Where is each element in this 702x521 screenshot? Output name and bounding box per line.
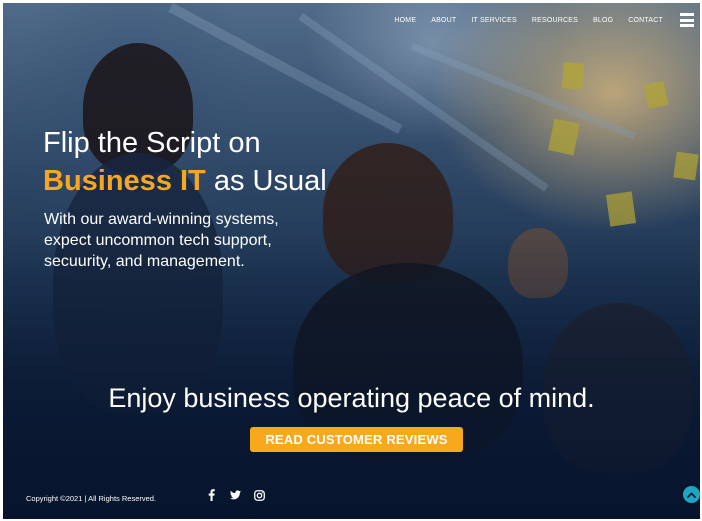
chevron-up-icon (687, 492, 696, 498)
subtext-line-1: With our award-winning systems, (44, 211, 279, 228)
nav-item-blog[interactable]: BLOG (593, 17, 613, 24)
hero-headline: Flip the Script on Business IT as Usual (43, 124, 327, 200)
nav-item-it-services[interactable]: IT SERVICES (471, 17, 517, 24)
instagram-icon[interactable] (254, 489, 265, 501)
hero-section: HOME ABOUT IT SERVICES RESOURCES BLOG CO… (3, 3, 700, 519)
facebook-icon[interactable] (206, 489, 217, 501)
main-nav: HOME ABOUT IT SERVICES RESOURCES BLOG CO… (394, 17, 663, 24)
headline-line-1: Flip the Script on (43, 127, 261, 159)
copyright-text: Copyright ©2021 | All Rights Reserved. (26, 494, 157, 503)
cta-tagline: Enjoy business operating peace of mind. (108, 383, 595, 413)
nav-item-about[interactable]: ABOUT (431, 17, 456, 24)
headline-rest: as Usual (205, 165, 327, 197)
twitter-icon[interactable] (230, 489, 241, 501)
back-to-top-button[interactable] (683, 486, 700, 503)
read-customer-reviews-button[interactable]: READ CUSTOMER REVIEWS (250, 427, 463, 452)
nav-item-home[interactable]: HOME (394, 17, 416, 24)
subtext-line-3: secuurity, and management. (44, 253, 245, 270)
subtext-line-2: expect uncommon tech support, (44, 232, 272, 249)
hero-subtext: With our award-winning systems, expect u… (44, 209, 344, 272)
nav-item-contact[interactable]: CONTACT (628, 17, 663, 24)
nav-item-resources[interactable]: RESOURCES (532, 17, 578, 24)
hamburger-icon[interactable] (680, 13, 694, 27)
headline-accent: Business IT (43, 165, 206, 197)
social-links (206, 489, 265, 501)
